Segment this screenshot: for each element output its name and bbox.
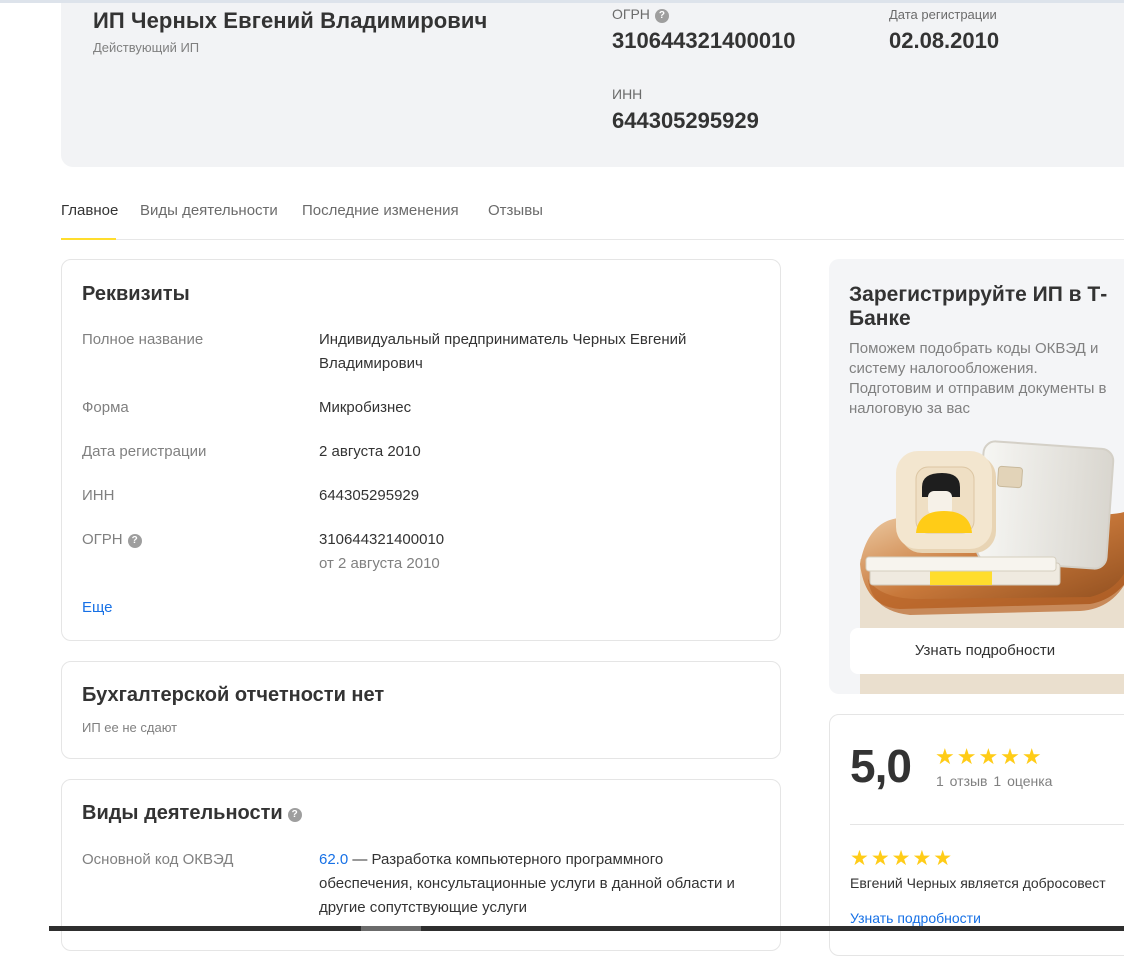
okved-code-link[interactable]: 62.0 bbox=[319, 851, 348, 868]
scrollbar-thumb[interactable] bbox=[361, 926, 421, 931]
ratings-count: 1 оценка bbox=[993, 773, 1053, 789]
rating-card: 5,0 ★★★★★ 1 отзыв 1 оценка ★★★★★ Евгений… bbox=[829, 714, 1124, 956]
promo-banner: Зарегистрируйте ИП в Т-Банке Поможем под… bbox=[829, 259, 1124, 694]
active-tab-indicator bbox=[61, 238, 116, 240]
inn-row-label: ИНН bbox=[82, 487, 115, 504]
tab-main[interactable]: Главное bbox=[61, 202, 118, 219]
tab-activities[interactable]: Виды деятельности bbox=[140, 202, 278, 219]
activities-title: Виды деятельности bbox=[82, 802, 283, 824]
help-icon[interactable]: ? bbox=[127, 534, 142, 548]
form-label: Форма bbox=[82, 399, 129, 416]
requisites-card: Реквизиты Полное название Индивидуальный… bbox=[61, 259, 781, 641]
regdate-row-label: Дата регистрации bbox=[82, 443, 207, 460]
status-text: Действующий ИП bbox=[93, 40, 200, 55]
ogrn-row-value-group: 310644321400010 от 2 августа 2010 bbox=[319, 528, 749, 576]
ogrn-row-label: ОГРН bbox=[82, 531, 123, 548]
ogrn-label-group: ОГРН? bbox=[612, 6, 669, 23]
promo-details-button[interactable]: Узнать подробности bbox=[850, 628, 1124, 674]
promo-title: Зарегистрируйте ИП в Т-Банке bbox=[849, 283, 1108, 330]
ogrn-label: ОГРН bbox=[612, 6, 650, 22]
review-text: Евгений Черных является добросовест bbox=[850, 875, 1106, 891]
reviews-count[interactable]: 1 отзыв bbox=[936, 773, 988, 789]
ogrn-row-value: 310644321400010 bbox=[319, 531, 445, 548]
tab-reviews[interactable]: Отзывы bbox=[488, 202, 543, 219]
requisites-title: Реквизиты bbox=[82, 283, 190, 305]
more-link[interactable]: Еще bbox=[82, 599, 113, 616]
activities-title-group: Виды деятельности? bbox=[82, 802, 302, 825]
inn-value: 644305295929 bbox=[612, 108, 759, 133]
ogrn-value: 310644321400010 bbox=[612, 28, 796, 53]
inn-row-value: 644305295929 bbox=[319, 487, 420, 504]
rating-score: 5,0 bbox=[850, 740, 912, 792]
review-stars: ★★★★★ bbox=[850, 847, 955, 870]
tab-recent-changes[interactable]: Последние изменения bbox=[302, 202, 459, 219]
ogrn-row-date: от 2 августа 2010 bbox=[319, 555, 440, 572]
rating-counts: 1 отзыв 1 оценка bbox=[936, 773, 1052, 789]
regdate-row-value: 2 августа 2010 bbox=[319, 443, 421, 460]
tab-bar: Главное Виды деятельности Последние изме… bbox=[61, 199, 1124, 240]
full-name-value: Индивидуальный предприниматель Черных Ев… bbox=[319, 331, 687, 372]
okved-main-label: Основной код ОКВЭД bbox=[82, 851, 234, 868]
divider bbox=[850, 824, 1124, 825]
page-title: ИП Черных Евгений Владимирович bbox=[93, 8, 488, 33]
review-details-link[interactable]: Узнать подробности bbox=[850, 910, 981, 926]
company-header: ИП Черных Евгений Владимирович Действующ… bbox=[61, 3, 1124, 167]
rating-stars: ★★★★★ bbox=[935, 744, 1044, 769]
help-icon[interactable]: ? bbox=[287, 808, 302, 822]
okved-description: — Разработка компьютерного программного … bbox=[319, 851, 735, 916]
ogrn-row-label-group: ОГРН? bbox=[82, 531, 142, 548]
horizontal-scrollbar[interactable] bbox=[49, 926, 1124, 931]
full-name-label: Полное название bbox=[82, 331, 204, 348]
regdate-label: Дата регистрации bbox=[889, 7, 997, 22]
help-icon[interactable]: ? bbox=[654, 9, 669, 23]
accounting-subtitle: ИП ее не сдают bbox=[82, 720, 178, 735]
accounting-card: Бухгалтерской отчетности нет ИП ее не сд… bbox=[61, 661, 781, 759]
regdate-value: 02.08.2010 bbox=[889, 28, 1000, 53]
accounting-title: Бухгалтерской отчетности нет bbox=[82, 684, 385, 706]
form-value: Микробизнес bbox=[319, 399, 412, 416]
promo-text: Поможем подобрать коды ОКВЭД и систему н… bbox=[849, 340, 1107, 417]
okved-main-value: 62.0 — Разработка компьютерного программ… bbox=[319, 848, 749, 920]
inn-label: ИНН bbox=[612, 86, 643, 102]
